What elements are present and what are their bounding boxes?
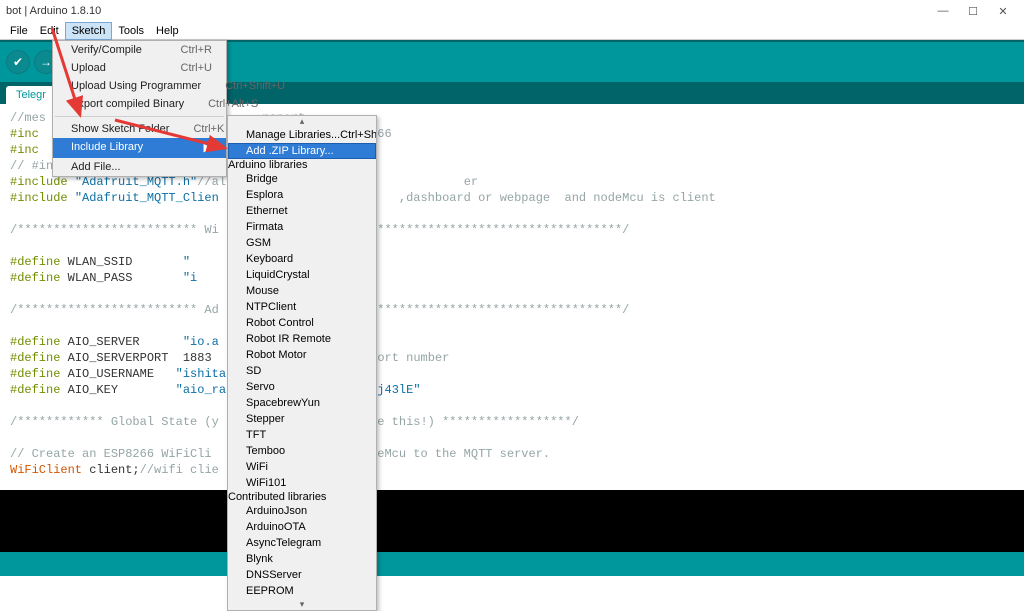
lib-item[interactable]: LiquidCrystal — [228, 267, 376, 283]
mi-upload-prog[interactable]: Upload Using ProgrammerCtrl+Shift+U — [53, 77, 226, 95]
menu-separator — [55, 116, 224, 117]
lib-item[interactable]: Robot Control — [228, 315, 376, 331]
lib-item[interactable]: ArduinoOTA — [228, 519, 376, 535]
menu-help[interactable]: Help — [150, 23, 185, 39]
maximize-button[interactable]: ☐ — [958, 5, 988, 18]
lib-item[interactable]: DNSServer — [228, 567, 376, 583]
lib-item[interactable]: SD — [228, 363, 376, 379]
lib-item[interactable]: Firmata — [228, 219, 376, 235]
lib-item[interactable]: WiFi — [228, 459, 376, 475]
window-title: bot | Arduino 1.8.10 — [6, 5, 101, 17]
minimize-button[interactable]: — — [928, 5, 958, 17]
scroll-up-icon[interactable]: ▴ — [228, 116, 376, 127]
verify-button[interactable]: ✔ — [6, 50, 30, 74]
mi-export-bin[interactable]: Export compiled BinaryCtrl+Alt+S — [53, 95, 226, 113]
mi-show-folder[interactable]: Show Sketch FolderCtrl+K — [53, 120, 226, 138]
lib-item[interactable]: Stepper — [228, 411, 376, 427]
lib-item[interactable]: TFT — [228, 427, 376, 443]
sketch-tab[interactable]: Telegr — [6, 86, 56, 104]
scroll-down-icon[interactable]: ▾ — [228, 599, 376, 610]
lib-item[interactable]: Esplora — [228, 187, 376, 203]
lib-item[interactable]: AsyncTelegram — [228, 535, 376, 551]
include-library-submenu[interactable]: ▴ Manage Libraries...Ctrl+Shift+I Add .Z… — [227, 115, 377, 611]
lib-item[interactable]: SpacebrewYun — [228, 395, 376, 411]
mi-include-library[interactable]: Include Library▶ — [53, 138, 226, 158]
submenu-header-arduino: Arduino libraries — [228, 159, 376, 171]
window-titlebar: bot | Arduino 1.8.10 — ☐ ✕ — [0, 0, 1024, 22]
submenu-header-contrib: Contributed libraries — [228, 491, 376, 503]
mi-manage-libraries[interactable]: Manage Libraries...Ctrl+Shift+I — [228, 127, 376, 143]
chevron-right-icon: ▶ — [204, 141, 212, 155]
lib-item[interactable]: Keyboard — [228, 251, 376, 267]
menu-tools[interactable]: Tools — [112, 23, 150, 39]
lib-item[interactable]: Ethernet — [228, 203, 376, 219]
code-text: //mes — [10, 111, 46, 125]
lib-item[interactable]: Mouse — [228, 283, 376, 299]
status-bar — [0, 552, 1024, 576]
lib-item[interactable]: Temboo — [228, 443, 376, 459]
lib-item[interactable]: EEPROM — [228, 583, 376, 599]
menu-file[interactable]: File — [4, 23, 34, 39]
mi-add-zip-library[interactable]: Add .ZIP Library... — [228, 143, 376, 159]
menubar[interactable]: File Edit Sketch Tools Help — [0, 22, 1024, 40]
lib-item[interactable]: Robot IR Remote — [228, 331, 376, 347]
mi-add-file[interactable]: Add File... — [53, 158, 226, 176]
close-button[interactable]: ✕ — [988, 5, 1018, 18]
lib-item[interactable]: Robot Motor — [228, 347, 376, 363]
sketch-menu[interactable]: Verify/CompileCtrl+R UploadCtrl+U Upload… — [52, 40, 227, 177]
menu-sketch[interactable]: Sketch — [65, 22, 113, 40]
lib-item[interactable]: GSM — [228, 235, 376, 251]
lib-item[interactable]: Servo — [228, 379, 376, 395]
lib-item[interactable]: Bridge — [228, 171, 376, 187]
console-area — [0, 490, 1024, 552]
mi-upload[interactable]: UploadCtrl+U — [53, 59, 226, 77]
mi-verify[interactable]: Verify/CompileCtrl+R — [53, 41, 226, 59]
lib-item[interactable]: NTPClient — [228, 299, 376, 315]
lib-item[interactable]: Blynk — [228, 551, 376, 567]
lib-item[interactable]: ArduinoJson — [228, 503, 376, 519]
lib-item[interactable]: WiFi101 — [228, 475, 376, 491]
menu-edit[interactable]: Edit — [34, 23, 65, 39]
